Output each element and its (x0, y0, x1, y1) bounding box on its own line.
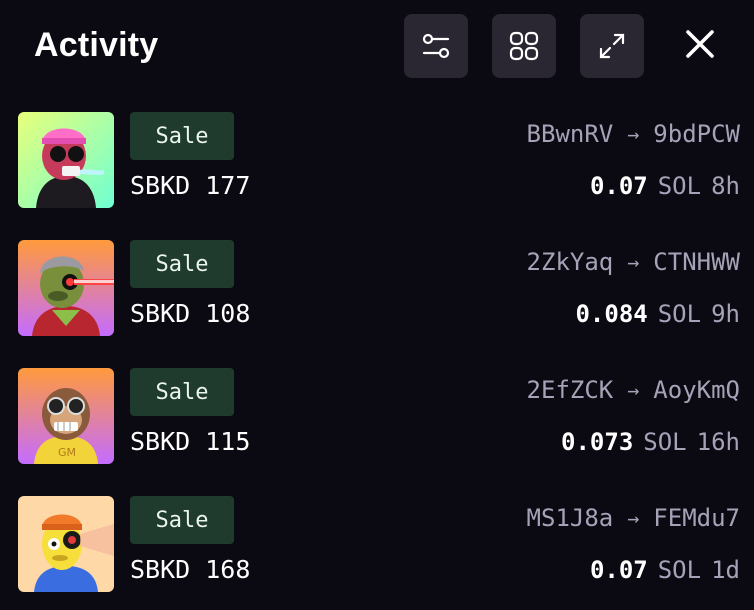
activity-row[interactable]: Sale SBKD 108 2ZkYaq → CTNHWW 0.084 SOL … (0, 240, 754, 340)
price-value: 0.07 (589, 556, 648, 584)
status-badge: Sale (130, 496, 234, 544)
svg-text:GM: GM (58, 446, 76, 459)
activity-row[interactable]: Sale SBKD 177 BBwnRV → 9bdPCW 0.07 SOL 8… (0, 112, 754, 212)
status-badge: Sale (130, 368, 234, 416)
arrow-right-icon: → (627, 250, 640, 274)
to-address[interactable]: 9bdPCW (653, 120, 740, 148)
grid-view-button[interactable] (492, 14, 556, 78)
price-line: 0.07 SOL 1d (590, 556, 740, 584)
page-title: Activity (34, 26, 159, 64)
time-ago: 9h (711, 300, 740, 328)
transfer-addresses: BBwnRV → 9bdPCW (527, 120, 740, 148)
sliders-icon (420, 30, 452, 62)
activity-panel: Activity Sale SBKD 177 BBwnRV → 9bdPCW 0… (0, 0, 754, 610)
nft-thumbnail[interactable] (18, 240, 114, 336)
nft-thumbnail[interactable] (18, 496, 114, 592)
from-address[interactable]: MS1J8a (527, 504, 614, 532)
from-address[interactable]: 2EfZCK (527, 376, 614, 404)
from-address[interactable]: 2ZkYaq (527, 248, 614, 276)
arrow-right-icon: → (627, 378, 640, 402)
from-address[interactable]: BBwnRV (527, 120, 614, 148)
status-badge: Sale (130, 240, 234, 288)
arrow-right-icon: → (627, 122, 640, 146)
activity-row[interactable]: Sale SBKD 168 MS1J8a → FEMdu7 0.07 SOL 1… (0, 496, 754, 596)
activity-header: Activity (0, 0, 754, 92)
transfer-addresses: 2ZkYaq → CTNHWW (527, 248, 740, 276)
activity-row[interactable]: GM Sale SBKD 115 2EfZCK → AoyKmQ 0.073 S… (0, 368, 754, 468)
currency-label: SOL (643, 428, 687, 456)
currency-label: SOL (657, 300, 702, 328)
nft-name[interactable]: SBKD 115 (130, 427, 250, 456)
to-address[interactable]: CTNHWW (653, 248, 740, 276)
to-address[interactable]: AoyKmQ (653, 376, 740, 404)
grid-icon (508, 30, 540, 62)
close-button[interactable] (668, 14, 732, 78)
nft-name[interactable]: SBKD 108 (130, 299, 250, 328)
price-value: 0.073 (561, 428, 634, 456)
price-value: 0.084 (575, 300, 648, 328)
nft-name[interactable]: SBKD 177 (130, 171, 250, 200)
currency-label: SOL (657, 172, 702, 200)
to-address[interactable]: FEMdu7 (653, 504, 740, 532)
time-ago: 8h (711, 172, 740, 200)
expand-icon (595, 29, 629, 63)
transfer-addresses: 2EfZCK → AoyKmQ (527, 376, 740, 404)
price-line: 0.073 SOL 16h (561, 428, 740, 456)
currency-label: SOL (657, 556, 702, 584)
filter-button[interactable] (404, 14, 468, 78)
time-ago: 16h (696, 428, 740, 456)
arrow-right-icon: → (627, 506, 640, 530)
price-value: 0.07 (589, 172, 648, 200)
time-ago: 1d (711, 556, 740, 584)
transfer-addresses: MS1J8a → FEMdu7 (527, 504, 740, 532)
expand-button[interactable] (580, 14, 644, 78)
nft-thumbnail[interactable]: GM (18, 368, 114, 464)
price-line: 0.084 SOL 9h (575, 300, 740, 328)
close-icon (685, 29, 715, 64)
nft-name[interactable]: SBKD 168 (130, 555, 250, 584)
price-line: 0.07 SOL 8h (590, 172, 740, 200)
status-badge: Sale (130, 112, 234, 160)
nft-thumbnail[interactable] (18, 112, 114, 208)
